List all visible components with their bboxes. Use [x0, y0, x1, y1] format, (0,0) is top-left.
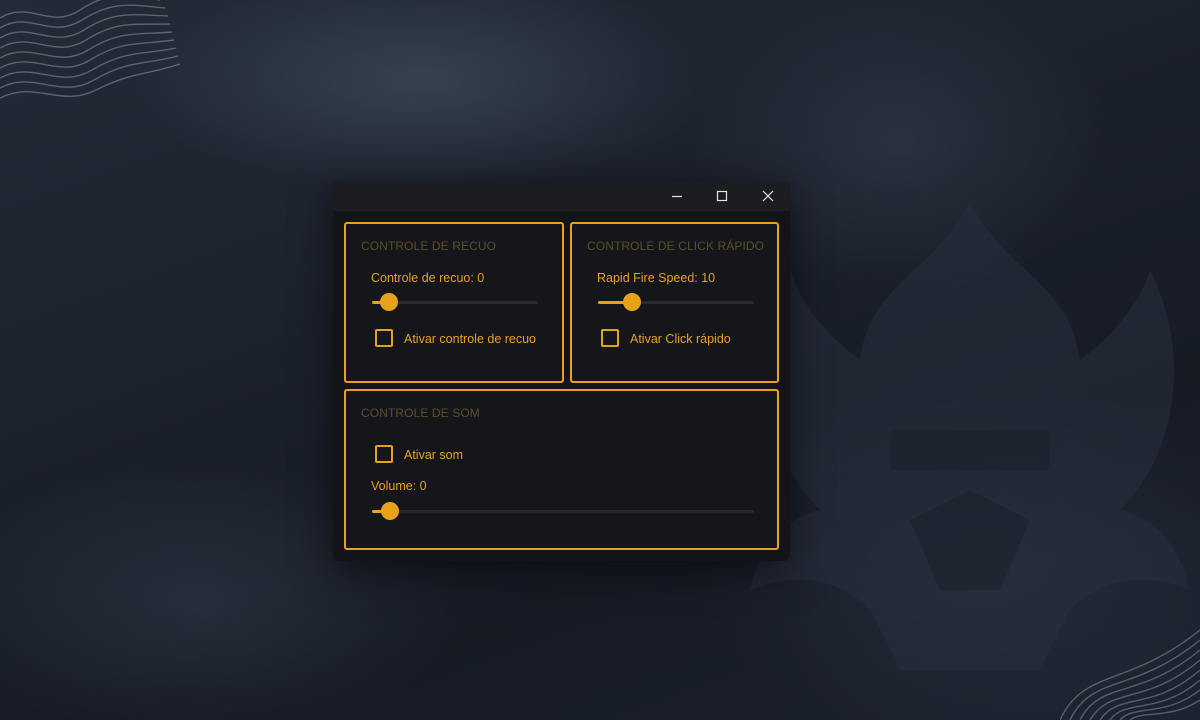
close-icon [762, 190, 774, 202]
rapid-click-panel: CONTROLE DE CLICK RÁPIDO Rapid Fire Spee… [570, 222, 779, 383]
minimize-icon [672, 195, 682, 198]
emblem-watermark [750, 200, 1190, 670]
volume-label: Volume: 0 [371, 479, 427, 493]
minimize-button[interactable] [654, 181, 700, 211]
rapid-enable-checkbox[interactable] [601, 329, 619, 347]
close-button[interactable] [745, 181, 791, 211]
maximize-icon [716, 190, 728, 202]
sound-panel-title: CONTROLE DE SOM [361, 406, 480, 420]
recoil-panel-title: CONTROLE DE RECUO [361, 239, 497, 253]
recoil-enable-label[interactable]: Ativar controle de recuo [404, 332, 536, 346]
sound-control-panel: CONTROLE DE SOM Ativar som Volume: 0 [344, 389, 779, 550]
recoil-enable-checkbox[interactable] [375, 329, 393, 347]
recoil-slider-label: Controle de recuo: 0 [371, 271, 485, 285]
recoil-control-panel: CONTROLE DE RECUO Controle de recuo: 0 A… [344, 222, 564, 383]
slider-thumb[interactable] [623, 293, 642, 311]
sound-enable-label[interactable]: Ativar som [404, 448, 463, 462]
app-window: CONTROLE DE RECUO Controle de recuo: 0 A… [333, 181, 790, 561]
slider-thumb[interactable] [381, 502, 400, 520]
slider-thumb[interactable] [380, 293, 399, 311]
recoil-slider[interactable] [372, 292, 538, 312]
slider-track [372, 510, 754, 513]
maximize-button[interactable] [699, 181, 745, 211]
rapid-enable-label[interactable]: Ativar Click rápido [630, 332, 731, 346]
sound-enable-checkbox[interactable] [375, 445, 393, 463]
wave-lines-decoration-bottom-right [1060, 629, 1200, 720]
wave-lines-decoration-top-left [0, 0, 180, 99]
volume-slider[interactable] [372, 501, 754, 521]
rapid-panel-title: CONTROLE DE CLICK RÁPIDO [587, 239, 765, 253]
title-bar[interactable] [333, 181, 790, 211]
rapid-fire-speed-slider[interactable] [598, 292, 754, 312]
rapid-fire-speed-label: Rapid Fire Speed: 10 [597, 271, 716, 285]
